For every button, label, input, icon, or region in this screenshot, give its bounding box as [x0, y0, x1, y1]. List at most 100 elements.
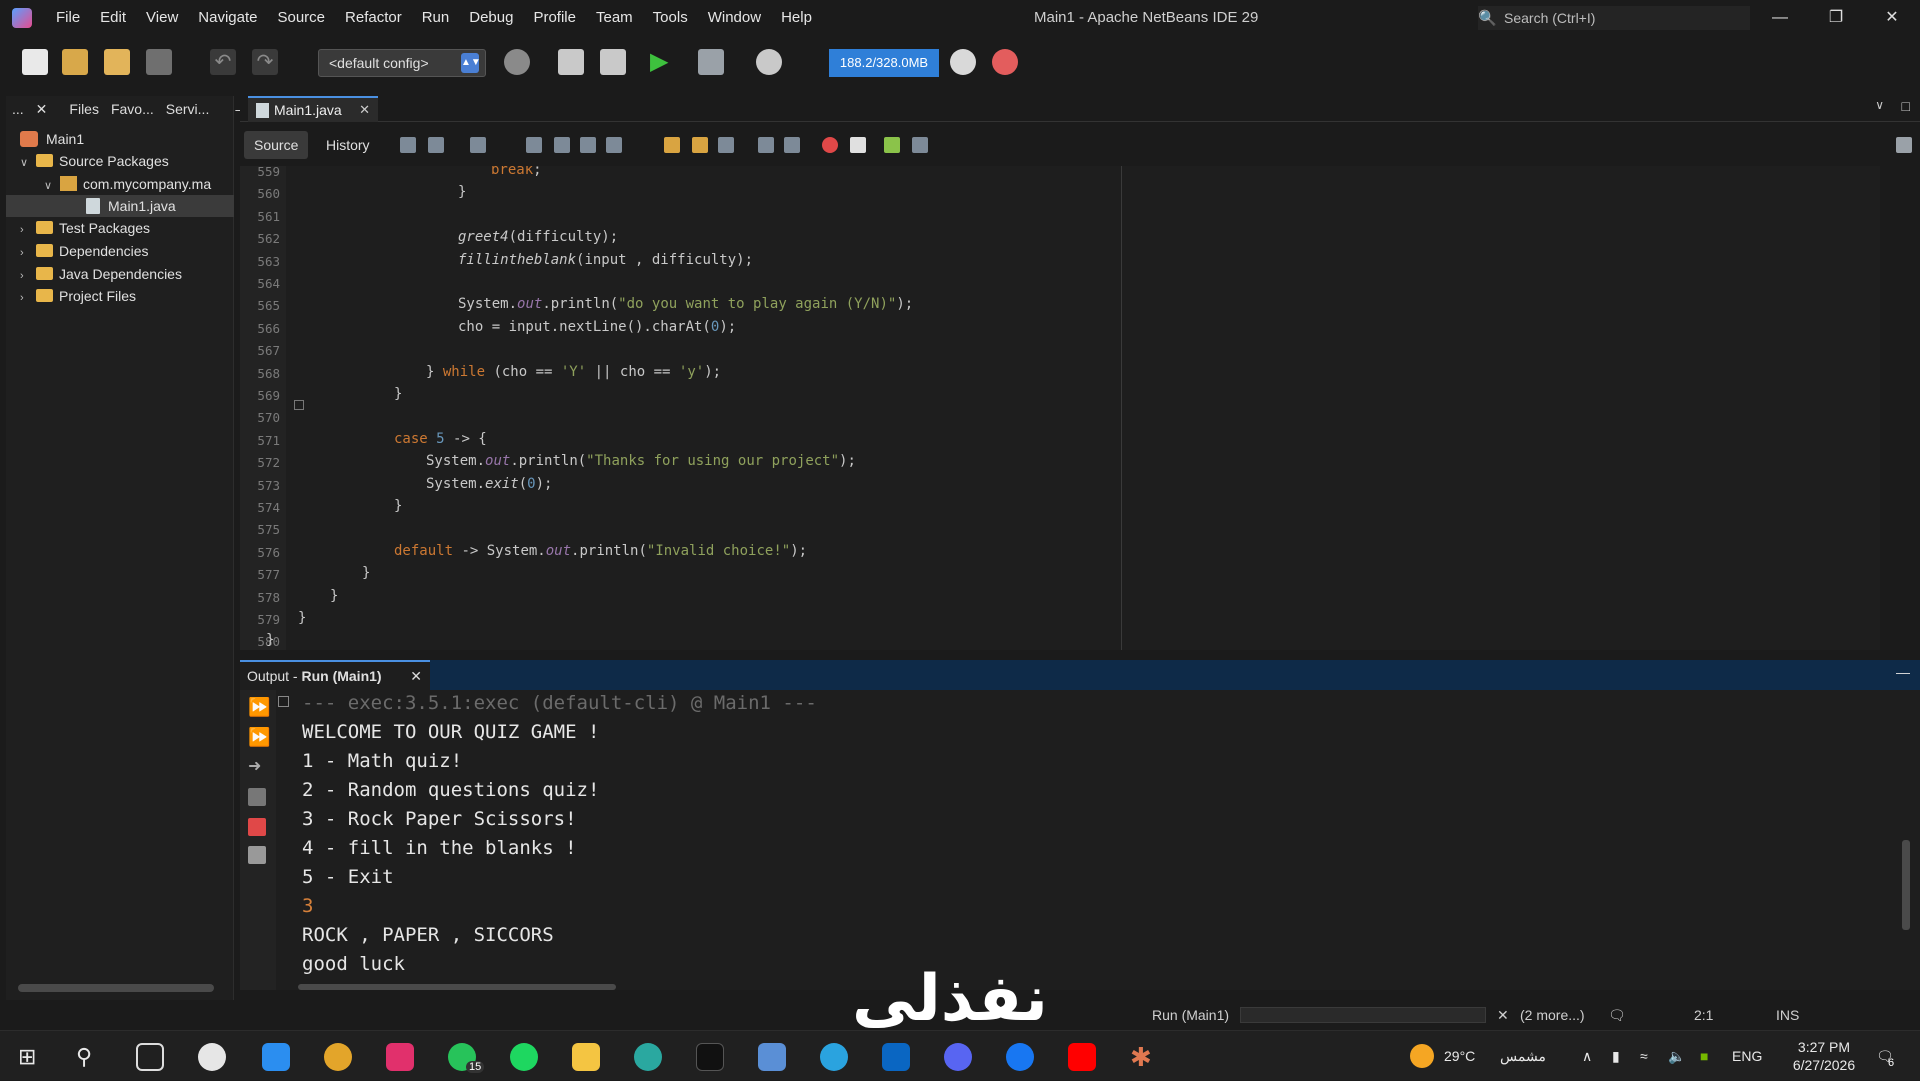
- search-icon[interactable]: ⚲: [76, 1043, 104, 1071]
- menu-help[interactable]: Help: [771, 0, 822, 36]
- tab-services[interactable]: Servi...: [160, 101, 216, 117]
- previous-bookmark-icon[interactable]: [664, 137, 680, 153]
- toggle-highlight-icon[interactable]: [606, 137, 622, 153]
- heap-dump-icon[interactable]: [992, 49, 1018, 75]
- restore-icon[interactable]: ❐: [1808, 0, 1864, 36]
- save-all-icon[interactable]: [146, 49, 172, 75]
- source-mode-button[interactable]: Source: [244, 131, 309, 159]
- battery-icon[interactable]: ▮: [1612, 1031, 1620, 1081]
- menu-window[interactable]: Window: [698, 0, 771, 36]
- chevron-down-icon[interactable]: ∨: [44, 175, 60, 197]
- tree-item-project[interactable]: Main1: [20, 128, 84, 150]
- close-icon[interactable]: ✕: [30, 101, 54, 118]
- menu-team[interactable]: Team: [586, 0, 643, 36]
- record-macro-icon[interactable]: [822, 137, 838, 153]
- windows-start-icon[interactable]: ⊞: [18, 1043, 46, 1071]
- tab-output-run[interactable]: Output - Run (Main1) ✕: [240, 660, 430, 690]
- tiktok-icon[interactable]: [696, 1043, 724, 1071]
- settings-icon[interactable]: [248, 846, 266, 864]
- chevron-down-icon[interactable]: ∨: [20, 152, 36, 174]
- minimize-panel-icon[interactable]: —: [1896, 664, 1910, 680]
- redo-icon[interactable]: ↷: [252, 49, 278, 75]
- undo-icon[interactable]: ↶: [210, 49, 236, 75]
- chevron-right-icon[interactable]: ›: [20, 219, 36, 241]
- output-console[interactable]: ⏩ ⏩ ➜ --- exec:3.5.1:exec (default-cli) …: [240, 690, 1920, 990]
- minimize-icon[interactable]: —: [1752, 0, 1808, 36]
- menu-debug[interactable]: Debug: [459, 0, 523, 36]
- fold-icon[interactable]: [278, 696, 289, 707]
- memory-indicator[interactable]: 188.2/328.0MB: [829, 49, 939, 77]
- clock[interactable]: 3:27 PM 6/27/2026: [1776, 1038, 1872, 1074]
- uncomment-icon[interactable]: [912, 137, 928, 153]
- weather-text[interactable]: مشمس: [1500, 1031, 1546, 1081]
- run-icon[interactable]: ▶: [650, 49, 676, 75]
- globe-icon[interactable]: [504, 49, 530, 75]
- next-bookmark-icon[interactable]: [692, 137, 708, 153]
- find-previous-icon[interactable]: [554, 137, 570, 153]
- clean-build-icon[interactable]: [600, 49, 626, 75]
- netbeans-taskbar-icon[interactable]: [758, 1043, 786, 1071]
- new-project-icon[interactable]: [62, 49, 88, 75]
- gc-icon[interactable]: [950, 49, 976, 75]
- wifi-icon[interactable]: ≈: [1640, 1031, 1648, 1081]
- arrow-right-icon[interactable]: ➜: [248, 758, 266, 776]
- chevron-up-icon[interactable]: ∧: [1582, 1031, 1592, 1081]
- horizontal-scrollbar[interactable]: [298, 984, 616, 990]
- chrome-icon[interactable]: [324, 1043, 352, 1071]
- build-hammer-icon[interactable]: [558, 49, 584, 75]
- forward-icon[interactable]: [470, 137, 486, 153]
- linkedin-icon[interactable]: [882, 1043, 910, 1071]
- chevron-down-icon[interactable]: ∨: [1875, 98, 1884, 112]
- build-info-icon[interactable]: [248, 788, 266, 806]
- volume-icon[interactable]: 🔈: [1668, 1031, 1685, 1081]
- youtube-icon[interactable]: [1068, 1043, 1096, 1071]
- discord-icon[interactable]: [944, 1043, 972, 1071]
- find-next-icon[interactable]: [580, 137, 596, 153]
- tab-favorites[interactable]: Favo...: [105, 101, 160, 117]
- notifications-icon[interactable]: 🗨: [1608, 1002, 1626, 1028]
- chevron-right-icon[interactable]: ›: [20, 242, 36, 264]
- tree-item-project-files[interactable]: › Project Files: [20, 285, 136, 307]
- new-file-icon[interactable]: [22, 49, 48, 75]
- chevron-right-icon[interactable]: ›: [20, 287, 36, 309]
- vertical-scrollbar[interactable]: [1902, 840, 1910, 930]
- menu-navigate[interactable]: Navigate: [188, 0, 267, 36]
- menu-source[interactable]: Source: [267, 0, 335, 36]
- nvidia-icon[interactable]: ■: [1700, 1031, 1708, 1081]
- split-editor-icon[interactable]: [1896, 137, 1912, 153]
- weather-temp[interactable]: 29°C: [1444, 1031, 1475, 1081]
- edge-icon[interactable]: [634, 1043, 662, 1071]
- rerun-icon[interactable]: ⏩: [248, 698, 270, 716]
- chevron-right-icon[interactable]: ›: [20, 265, 36, 287]
- horizontal-scrollbar[interactable]: [18, 984, 214, 992]
- telegram-icon[interactable]: [820, 1043, 848, 1071]
- tree-item-main-java[interactable]: Main1.java: [6, 195, 234, 217]
- shift-right-icon[interactable]: [784, 137, 800, 153]
- menu-profile[interactable]: Profile: [523, 0, 586, 36]
- close-icon[interactable]: ✕: [1864, 0, 1920, 36]
- maximize-editor-icon[interactable]: □: [1902, 98, 1910, 114]
- tab-main-java[interactable]: Main1.java ✕: [248, 96, 378, 122]
- menu-run[interactable]: Run: [412, 0, 460, 36]
- more-tasks-link[interactable]: (2 more...): [1520, 1002, 1585, 1028]
- instagram-icon[interactable]: [386, 1043, 414, 1071]
- tab-projects[interactable]: ...: [6, 101, 30, 117]
- toggle-bookmark-icon[interactable]: [718, 137, 734, 153]
- shift-left-icon[interactable]: [758, 137, 774, 153]
- last-edit-icon[interactable]: [400, 137, 416, 153]
- rerun-with-params-icon[interactable]: ⏩: [248, 728, 270, 746]
- config-select[interactable]: <default config> ▲▼: [318, 49, 486, 77]
- open-project-icon[interactable]: [104, 49, 130, 75]
- comment-icon[interactable]: [884, 137, 900, 153]
- menu-tools[interactable]: Tools: [643, 0, 698, 36]
- facebook-icon[interactable]: [1006, 1043, 1034, 1071]
- tree-item-source-packages[interactable]: ∨ Source Packages: [20, 150, 169, 172]
- debug-icon[interactable]: [698, 49, 724, 75]
- spotify-icon[interactable]: [510, 1043, 538, 1071]
- close-icon[interactable]: ✕: [359, 98, 370, 122]
- vscode-icon[interactable]: [262, 1043, 290, 1071]
- tab-files[interactable]: Files: [63, 101, 105, 117]
- menu-view[interactable]: View: [136, 0, 188, 36]
- stop-macro-icon[interactable]: [850, 137, 866, 153]
- tree-item-dependencies[interactable]: › Dependencies: [20, 240, 149, 262]
